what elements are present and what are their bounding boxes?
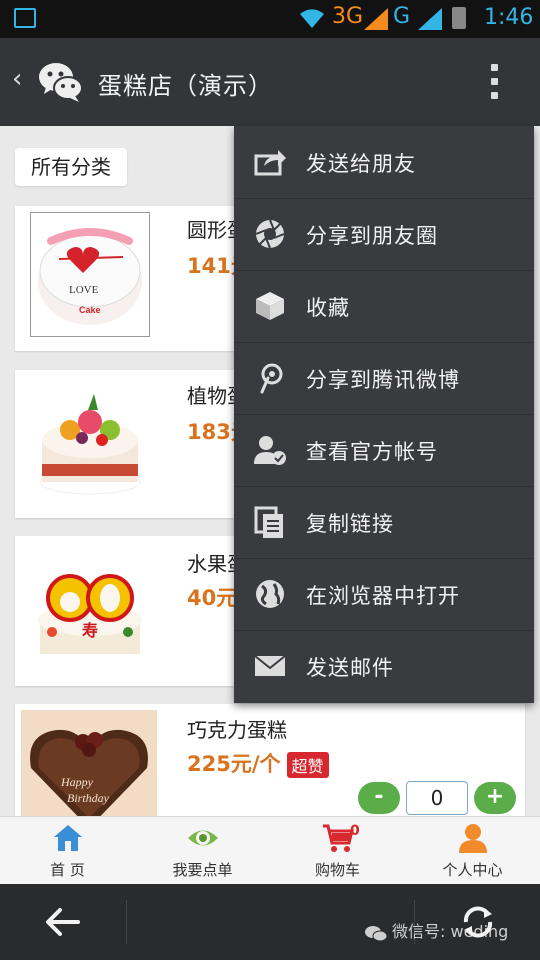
- nav-home[interactable]: 首 页: [0, 817, 135, 885]
- menu-item-send-mail[interactable]: 发送邮件: [234, 630, 534, 702]
- eye-icon: [187, 823, 219, 853]
- mail-icon: [254, 650, 286, 682]
- menu-item-favorite[interactable]: 收藏: [234, 270, 534, 343]
- page-title: 蛋糕店（演示）: [98, 72, 273, 100]
- cart-count-badge: 0: [350, 823, 360, 839]
- menu-item-label: 查看官方帐号: [306, 440, 438, 464]
- signal-1-icon: [364, 8, 388, 30]
- badge-super: 超赞: [286, 752, 329, 778]
- menu-item-label: 分享到腾讯微博: [306, 368, 460, 392]
- menu-item-open-browser[interactable]: 在浏览器中打开: [234, 558, 534, 631]
- all-categories-button[interactable]: 所有分类: [15, 148, 127, 186]
- menu-item-copy-link[interactable]: 复制链接: [234, 486, 534, 559]
- nav-label: 首 页: [50, 861, 85, 879]
- battery-icon: [452, 7, 466, 29]
- more-menu-icon[interactable]: [490, 64, 500, 100]
- nav-order[interactable]: 我要点单: [135, 817, 270, 885]
- svg-text:Cake: Cake: [79, 305, 101, 315]
- nav-label: 购物车: [314, 861, 360, 879]
- back-chevron-icon[interactable]: ‹: [12, 64, 22, 94]
- refresh-icon[interactable]: [458, 902, 498, 942]
- product-image-60-cake[interactable]: 寿: [30, 550, 150, 675]
- product-price-value: 225元/个: [187, 752, 281, 776]
- copy-icon: [254, 506, 286, 538]
- menu-item-label: 复制链接: [306, 512, 394, 536]
- wechat-watermark-icon: [364, 924, 388, 942]
- share-menu: 发送给朋友 分享到朋友圈 收藏 分享到腾讯微博 查看官方帐号 复制链接 在浏览器…: [234, 126, 534, 703]
- system-navigation-bar: 微信号: weding: [0, 884, 540, 960]
- increase-button[interactable]: +: [474, 782, 516, 814]
- cube-icon: [254, 290, 286, 322]
- status-bar: 3G G 1:46: [0, 0, 540, 38]
- share-arrow-icon: [254, 146, 286, 178]
- decrease-button[interactable]: -: [358, 782, 400, 814]
- wifi-icon: [298, 6, 326, 35]
- nav-cart[interactable]: 0 购物车: [270, 817, 405, 885]
- wechat-logo-icon[interactable]: [38, 60, 84, 104]
- home-icon: [52, 823, 84, 853]
- system-back-icon[interactable]: [42, 902, 82, 942]
- menu-item-label: 分享到朋友圈: [306, 224, 438, 248]
- gallery-notification-icon: [14, 8, 36, 28]
- product-card[interactable]: Happy Birthday 巧克力蛋糕 225元/个 超赞 - 0 +: [15, 704, 525, 816]
- svg-text:寿: 寿: [82, 621, 98, 640]
- cart-icon: [322, 823, 354, 853]
- menu-item-send-to-friend[interactable]: 发送给朋友: [234, 126, 534, 199]
- menu-item-official-account[interactable]: 查看官方帐号: [234, 414, 534, 487]
- quantity-stepper: - 0 +: [358, 781, 518, 816]
- menu-item-label: 收藏: [306, 296, 350, 320]
- product-price: 40元: [187, 586, 238, 610]
- quantity-field[interactable]: 0: [406, 781, 468, 815]
- product-name[interactable]: 巧克力蛋糕: [187, 714, 287, 743]
- signal-2-icon: [418, 8, 442, 30]
- nav-label: 个人中心: [442, 861, 503, 879]
- network-g-label: G: [393, 4, 411, 29]
- network-3g-label: 3G: [332, 4, 364, 29]
- product-image-fruit-cake[interactable]: [30, 380, 150, 505]
- divider: [126, 900, 127, 944]
- person-icon: [457, 823, 489, 853]
- menu-item-label: 发送邮件: [306, 656, 394, 680]
- product-image-chocolate-cake[interactable]: Happy Birthday: [21, 710, 157, 816]
- official-account-icon: [254, 434, 286, 466]
- menu-item-moments[interactable]: 分享到朋友圈: [234, 198, 534, 271]
- clock: 1:46: [484, 5, 534, 30]
- product-image-love-cake[interactable]: LOVE Cake: [30, 212, 150, 337]
- menu-item-label: 发送给朋友: [306, 152, 416, 176]
- menu-item-weibo[interactable]: 分享到腾讯微博: [234, 342, 534, 415]
- menu-item-label: 在浏览器中打开: [306, 584, 460, 608]
- weibo-icon: [254, 362, 286, 394]
- nav-label: 我要点单: [172, 861, 233, 879]
- svg-text:Birthday: Birthday: [67, 791, 110, 805]
- svg-text:LOVE: LOVE: [69, 284, 99, 296]
- bottom-navigation: 首 页 我要点单 0 购物车 个人中心: [0, 816, 540, 885]
- nav-profile[interactable]: 个人中心: [405, 817, 540, 885]
- title-bar: ‹ 蛋糕店（演示）: [0, 38, 540, 126]
- svg-text:Happy: Happy: [60, 775, 94, 789]
- aperture-icon: [254, 218, 286, 250]
- globe-icon: [254, 578, 286, 610]
- product-price: 225元/个 超赞: [187, 748, 329, 778]
